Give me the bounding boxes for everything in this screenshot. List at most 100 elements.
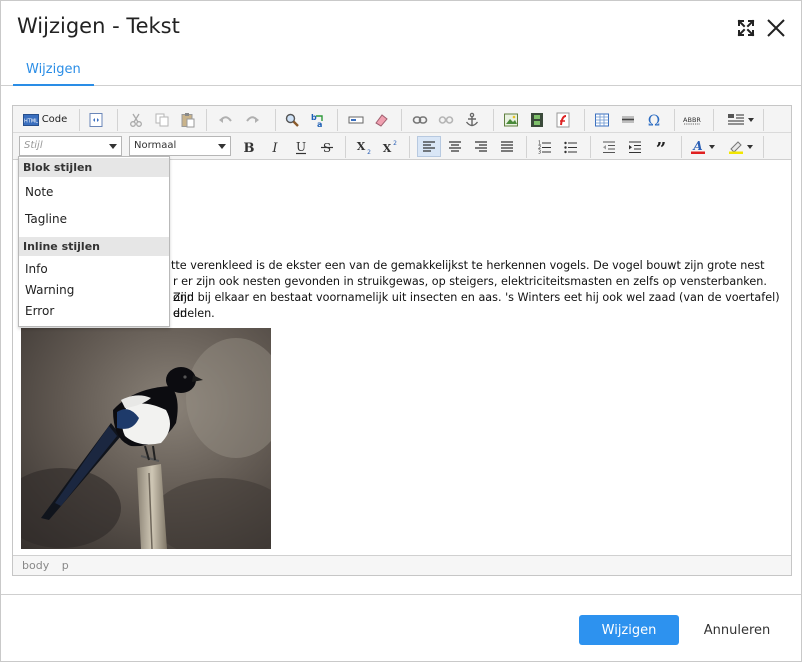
indent-button[interactable]: [624, 136, 646, 157]
svg-text:X: X: [357, 140, 366, 153]
svg-text:B: B: [244, 141, 255, 155]
svg-text:”: ”: [656, 139, 666, 155]
source-code-button[interactable]: HTML Code: [19, 109, 71, 130]
anchor-icon: [465, 112, 479, 126]
image-icon: [504, 113, 518, 126]
source-code-label: Code: [41, 114, 68, 125]
cut-button[interactable]: [125, 109, 147, 130]
preview-button[interactable]: [85, 109, 107, 130]
magpie-photo[interactable]: [13, 328, 291, 556]
underline-button[interactable]: U: [290, 136, 312, 157]
svg-text:HTML: HTML: [24, 118, 38, 124]
tab-bar: Wijzigen: [1, 53, 801, 86]
insert-table-button[interactable]: [591, 109, 613, 130]
align-right-button[interactable]: [470, 136, 492, 157]
undo-icon: [219, 115, 232, 123]
block-styles-header: Blok stijlen: [19, 158, 169, 177]
special-char-button[interactable]: Ω: [643, 109, 665, 130]
align-center-button[interactable]: [444, 136, 466, 157]
style-item-warning[interactable]: Warning: [19, 283, 169, 297]
justify-button[interactable]: [496, 136, 518, 157]
svg-text:2: 2: [393, 140, 397, 147]
omega-icon: Ω: [648, 112, 660, 128]
bold-button[interactable]: B: [238, 136, 260, 157]
clipboard-icon: [181, 112, 195, 127]
style-combo[interactable]: Stijl: [19, 136, 122, 156]
paragraph-line: ond bij elkaar en bestaat voornamelijk u…: [173, 291, 780, 320]
align-center-icon: [449, 140, 461, 152]
copy-icon: [155, 113, 169, 126]
svg-text:U: U: [296, 140, 306, 154]
unlink-button[interactable]: [435, 109, 457, 130]
horizontal-rule-button[interactable]: [617, 109, 639, 130]
dialog-title: Wijzigen - Tekst: [17, 14, 180, 38]
blockquote-button[interactable]: ”: [650, 136, 672, 157]
style-item-error[interactable]: Error: [19, 304, 169, 318]
copy-button[interactable]: [151, 109, 173, 130]
chevron-down-icon: [218, 144, 226, 149]
text-field-icon: [348, 116, 364, 123]
subscript-icon: X 2: [357, 140, 371, 155]
find-button[interactable]: [281, 109, 303, 130]
confirm-button[interactable]: Wijzigen: [579, 615, 679, 645]
paste-button[interactable]: [177, 109, 199, 130]
svg-text:a: a: [317, 120, 322, 128]
replace-button[interactable]: b a: [307, 109, 329, 130]
preview-icon: [89, 112, 103, 127]
templates-dropdown[interactable]: [721, 109, 761, 130]
align-justify-icon: [501, 140, 513, 152]
svg-text:X: X: [383, 142, 392, 155]
bold-icon: B: [244, 141, 255, 155]
style-item-note[interactable]: Note: [19, 185, 169, 199]
outdent-button[interactable]: [598, 136, 620, 157]
remove-format-button[interactable]: [370, 109, 392, 130]
eraser-icon: [375, 113, 388, 127]
anchor-button[interactable]: [461, 109, 483, 130]
style-item-tagline[interactable]: Tagline: [19, 212, 169, 226]
strikethrough-icon: S: [321, 141, 333, 155]
path-item-p[interactable]: p: [62, 559, 69, 572]
italic-button[interactable]: I: [264, 136, 286, 157]
superscript-icon: X 2: [383, 140, 397, 155]
indent-icon: [629, 140, 641, 153]
insert-video-button[interactable]: [526, 109, 548, 130]
format-combo[interactable]: Normaal: [129, 136, 231, 156]
italic-icon: I: [271, 141, 278, 155]
toolbar-row-1: HTML Code b a Ω ABBR: [13, 106, 791, 133]
svg-text:I: I: [271, 141, 278, 155]
find-replace-icon: b a: [311, 113, 323, 128]
path-item-body[interactable]: body: [22, 559, 49, 572]
redo-button[interactable]: [241, 109, 263, 130]
dialog-footer: Wijzigen Annuleren: [1, 594, 801, 662]
paragraph-line: ddelen.: [173, 307, 215, 320]
link-button[interactable]: [409, 109, 431, 130]
bulleted-list-button[interactable]: [560, 136, 582, 157]
undo-button[interactable]: [215, 109, 237, 130]
align-left-button[interactable]: [417, 136, 441, 157]
superscript-button[interactable]: X 2: [379, 136, 401, 157]
quote-icon: ”: [656, 139, 666, 155]
abbreviation-button[interactable]: ABBR: [681, 109, 703, 130]
insert-flash-button[interactable]: [552, 109, 574, 130]
edit-text-dialog: Wijzigen - Tekst Wijzigen HTML Code b a …: [0, 0, 802, 662]
film-strip-icon: [531, 112, 543, 127]
strikethrough-button[interactable]: S: [316, 136, 338, 157]
scissors-icon: [130, 113, 142, 127]
align-right-icon: [475, 140, 487, 152]
html-icon: HTML: [22, 113, 39, 126]
table-icon: [595, 113, 609, 126]
text-color-dropdown[interactable]: A: [688, 136, 722, 157]
background-color-dropdown[interactable]: [726, 136, 760, 157]
templates-icon: [728, 113, 754, 125]
numbered-list-button[interactable]: 1 2 3: [534, 136, 556, 157]
insert-image-button[interactable]: [500, 109, 522, 130]
maximize-icon[interactable]: [737, 19, 755, 37]
subscript-button[interactable]: X 2: [353, 136, 375, 157]
cancel-button[interactable]: Annuleren: [697, 615, 777, 645]
horizontal-line-icon: [622, 116, 634, 122]
style-item-info[interactable]: Info: [19, 262, 169, 276]
close-icon[interactable]: [767, 19, 785, 37]
style-dropdown-menu: Blok stijlen Note Tagline Inline stijlen…: [18, 156, 170, 327]
insert-textfield-button[interactable]: [345, 109, 367, 130]
tab-wijzigen[interactable]: Wijzigen: [13, 53, 94, 86]
